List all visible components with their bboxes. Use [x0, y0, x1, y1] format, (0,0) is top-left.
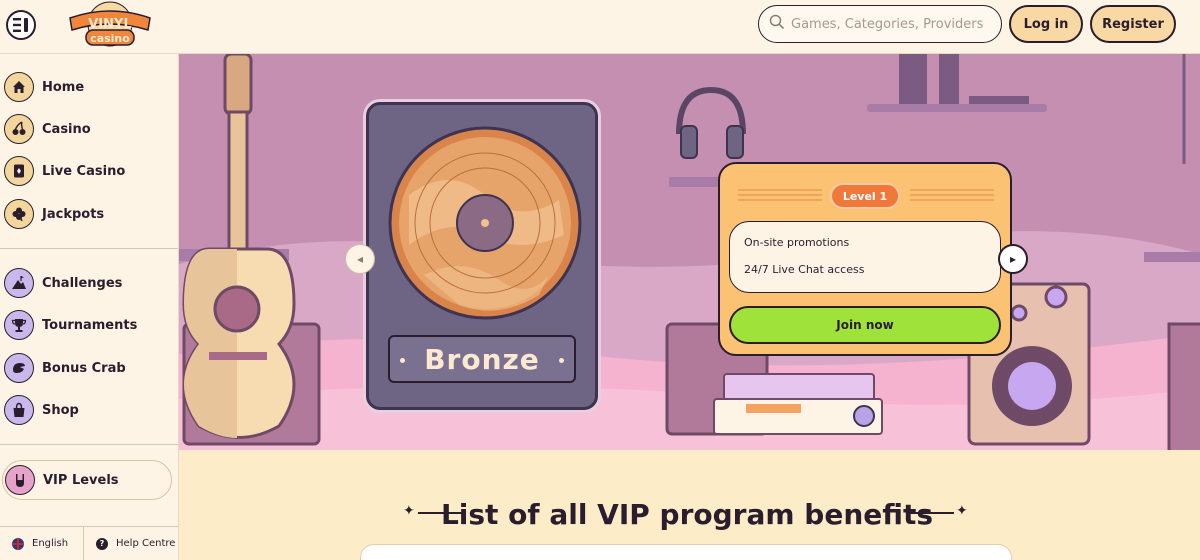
sidebar-item-label: Home — [42, 79, 85, 95]
tier-name: Bronze — [424, 342, 540, 376]
shopping-bag-icon — [4, 395, 34, 425]
sidebar-item-jackpots[interactable]: Jackpots — [4, 197, 104, 231]
decorative-lines — [738, 189, 822, 201]
rock-hand-icon — [5, 465, 35, 495]
login-button[interactable]: Log in — [1009, 5, 1083, 43]
vinyl-casino-logo[interactable]: VINYL casino — [62, 0, 158, 50]
sidebar-item-label: VIP Levels — [43, 472, 119, 488]
sidebar-item-label: Jackpots — [42, 206, 105, 222]
register-button[interactable]: Register — [1090, 5, 1176, 43]
trophy-icon — [4, 310, 34, 340]
benefits-section-title: List of all VIP program benefits — [440, 497, 934, 531]
sidebar-item-vip-levels[interactable]: VIP Levels — [2, 460, 172, 500]
sidebar-item-label: Live Casino — [42, 163, 126, 179]
mountain-flag-icon — [4, 268, 34, 298]
help-icon: ? — [96, 537, 108, 550]
plate-dot — [400, 358, 405, 363]
search-bar[interactable] — [758, 5, 1002, 43]
sidebar-item-label: Shop — [42, 402, 79, 418]
join-now-button[interactable]: Join now — [729, 306, 1001, 344]
hero-illustration — [179, 54, 1200, 450]
carousel-prev-button[interactable]: ◂ — [345, 244, 375, 274]
sidebar-item-casino[interactable]: Casino — [4, 112, 91, 146]
sidebar-item-challenges[interactable]: Challenges — [4, 266, 122, 300]
language-selector[interactable]: English — [0, 527, 84, 560]
sidebar-item-home[interactable]: Home — [4, 70, 84, 104]
level-benefits-list: On-site promotions 24/7 Live Chat access — [729, 221, 1001, 293]
sidebar-item-live-casino[interactable]: Live Casino — [4, 154, 125, 188]
sidebar-divider — [0, 248, 178, 249]
sidebar-item-shop[interactable]: Shop — [4, 393, 79, 427]
uk-flag-icon — [12, 537, 24, 550]
sidebar-item-label: Challenges — [42, 275, 123, 291]
plate-dot — [559, 358, 564, 363]
sidebar-divider — [0, 444, 178, 445]
level-badge: Level 1 — [830, 183, 900, 209]
language-label: English — [32, 538, 69, 549]
sidebar-item-label: Bonus Crab — [42, 360, 126, 376]
playing-card-icon — [4, 156, 34, 186]
benefit-item: 24/7 Live Chat access — [744, 263, 865, 276]
svg-text:casino: casino — [90, 32, 130, 45]
clover-icon — [4, 199, 34, 229]
chevron-right-icon: ▸ — [1009, 252, 1017, 266]
sidebar-item-label: Tournaments — [42, 317, 138, 333]
home-icon — [4, 72, 34, 102]
carousel-next-button[interactable]: ▸ — [998, 244, 1028, 274]
help-centre-link[interactable]: ? Help Centre — [84, 537, 176, 550]
sidebar-item-tournaments[interactable]: Tournaments — [4, 308, 137, 342]
sidebar: Home Casino Live Casino Jackpots Challen… — [0, 54, 179, 560]
help-centre-label: Help Centre — [116, 538, 176, 549]
sidebar-footer: English ? Help Centre — [0, 526, 178, 560]
sidebar-toggle-icon[interactable] — [6, 10, 36, 40]
cherries-icon — [4, 114, 34, 144]
sidebar-item-bonus-crab[interactable]: Bonus Crab — [4, 351, 126, 385]
search-input[interactable] — [791, 16, 991, 32]
tier-name-plate: Bronze — [388, 335, 576, 383]
benefits-table-card — [360, 544, 1012, 560]
top-header: VINYL casino Log in Register — [0, 0, 1200, 54]
chevron-left-icon: ◂ — [356, 252, 364, 266]
benefit-item: On-site promotions — [744, 236, 850, 249]
sidebar-item-label: Casino — [42, 121, 91, 137]
decorative-lines — [910, 189, 994, 201]
crab-claw-icon — [4, 353, 34, 383]
vip-hero-banner — [179, 54, 1200, 450]
search-icon — [769, 14, 785, 34]
